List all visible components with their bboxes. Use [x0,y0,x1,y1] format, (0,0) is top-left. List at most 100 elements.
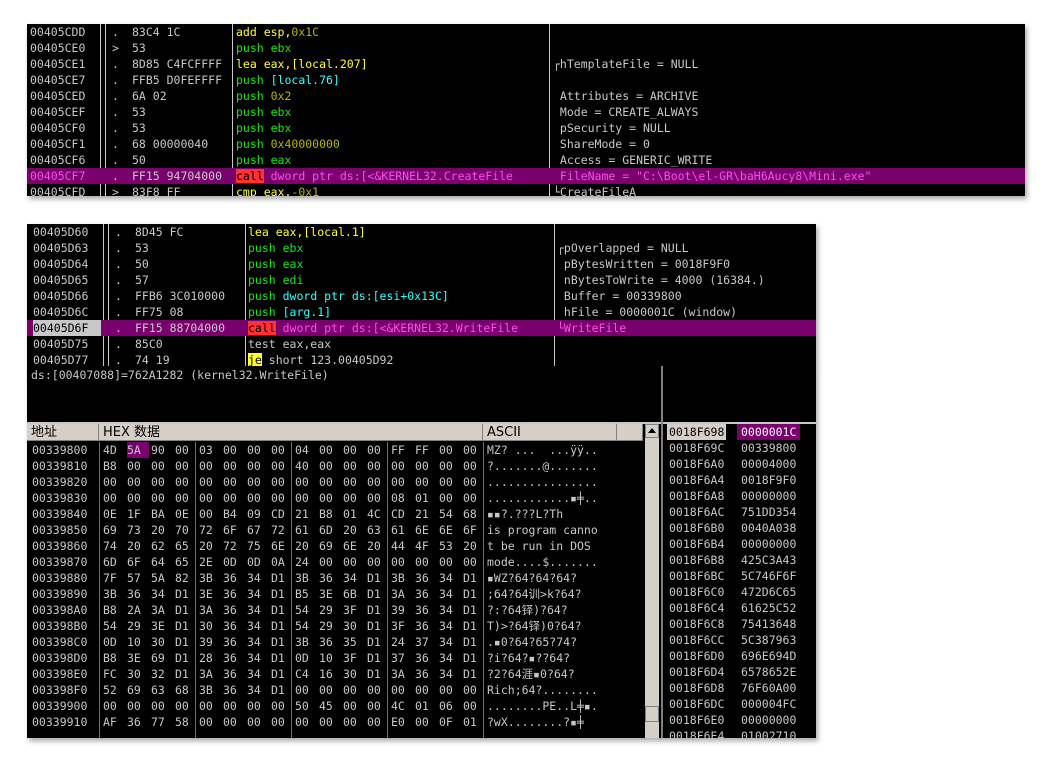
hex-byte[interactable]: FF [415,442,437,458]
hex-byte[interactable]: 0E [175,506,197,522]
hex-byte[interactable]: D1 [175,602,197,618]
instruction-text[interactable]: push ebx [236,120,548,136]
hex-byte[interactable]: 00 [199,506,221,522]
instruction-address[interactable]: 00405D77 [33,352,101,366]
hex-byte[interactable]: 00 [103,490,125,506]
stack-value[interactable]: 0040A038 [737,520,800,536]
hex-byte[interactable]: 00 [175,490,197,506]
hex-byte[interactable]: 4F [415,538,437,554]
hex-byte[interactable]: 00 [391,474,413,490]
hex-byte[interactable]: 00 [271,442,293,458]
opcode-bytes[interactable]: 57 [135,272,243,288]
hex-byte[interactable]: 00 [319,458,341,474]
stack-value[interactable]: 00000000 [737,488,800,504]
hex-byte[interactable]: 36 [319,634,341,650]
stack-entry[interactable]: 0018F6D4 6578652E [663,664,816,680]
stack-entry[interactable]: 0018F6CC 5C387963 [663,632,816,648]
hex-byte[interactable]: 00 [319,474,341,490]
stack-value[interactable]: 6578652E [737,664,800,680]
hex-byte[interactable]: 04 [295,442,317,458]
hex-byte[interactable]: 20 [199,538,221,554]
hex-byte[interactable]: 00 [127,458,149,474]
dump-address[interactable]: 00339880 [32,570,98,586]
disasm-row[interactable]: 00405CF0. 53 push ebx pSecurity = NULL [27,120,1025,136]
stack-address[interactable]: 0018F69C [667,440,726,456]
stack-view[interactable]: 0018F698 0000001C 0018F69C 00339800 0018F6A0… [663,422,816,738]
hex-byte[interactable]: 00 [295,490,317,506]
hex-byte[interactable]: 57 [127,570,149,586]
instruction-text[interactable]: call dword ptr ds:[<&KERNEL32.WriteFile [248,320,553,336]
dump-address[interactable]: 003398E0 [32,666,98,682]
hex-byte[interactable]: C4 [295,666,317,682]
hex-byte[interactable]: 00 [439,490,461,506]
hex-byte[interactable]: 24 [295,554,317,570]
hex-byte[interactable]: 77 [151,714,173,730]
hex-byte[interactable]: 36 [223,618,245,634]
hex-byte[interactable]: 1F [127,506,149,522]
ascii-text[interactable]: ?wX........?▪╪ [487,714,641,730]
ascii-text[interactable]: ▪WZ?64?64?64? [487,570,641,586]
stack-value[interactable]: 696E694D [737,648,800,664]
hex-byte[interactable]: CD [391,506,413,522]
instruction-text[interactable]: push ebx [236,104,548,120]
hex-byte[interactable]: 34 [439,634,461,650]
dump-address[interactable]: 00339870 [32,554,98,570]
dump-row[interactable]: 003398F0 52 69 63 68 3B 36 34 D1 00 00 00 00 00 00 00 00… [27,682,643,698]
opcode-bytes[interactable]: FFB6 3C010000 [135,288,243,304]
hex-byte[interactable]: 00 [175,442,197,458]
opcode-bytes[interactable]: 8D85 C4FCFFFF [132,56,232,72]
hex-byte[interactable]: 72 [223,538,245,554]
hex-byte[interactable]: 20 [151,522,173,538]
dump-row[interactable]: 00339830 00 00 00 00 00 00 00 00 00 00 00 00 08 01 00 00… [27,490,643,506]
hex-byte[interactable]: 01 [463,714,485,730]
hex-byte[interactable]: 7F [103,570,125,586]
hex-byte[interactable]: AF [103,714,125,730]
hex-byte[interactable]: D1 [271,618,293,634]
hex-byte[interactable]: 36 [223,666,245,682]
hex-byte[interactable]: 00 [151,458,173,474]
hex-byte[interactable]: 73 [127,522,149,538]
dump-row[interactable]: 00339900 00 00 00 00 00 00 00 00 50 45 00 00 4C 01 06 00… [27,698,643,714]
hex-byte[interactable]: D1 [271,634,293,650]
dump-row[interactable]: 00339840 0E 1F BA 0E 00 B4 09 CD 21 B8 01 4C CD 21 54 68… [27,506,643,522]
hex-byte[interactable]: 00 [367,698,389,714]
stack-address[interactable]: 0018F6A4 [667,472,726,488]
hex-byte[interactable]: D1 [271,570,293,586]
instruction-address[interactable]: 00405CF0 [30,120,98,136]
instruction-text[interactable]: push 0x2 [236,88,548,104]
hex-byte[interactable]: 3A [391,666,413,682]
hex-byte[interactable]: 54 [103,618,125,634]
hex-byte[interactable]: 0D [295,650,317,666]
hex-byte[interactable]: 36 [319,570,341,586]
stack-value[interactable]: 76F60A00 [737,680,800,696]
hex-byte[interactable]: 61 [391,522,413,538]
hex-byte[interactable]: 58 [175,714,197,730]
hex-byte[interactable]: 34 [247,666,269,682]
hex-byte[interactable]: 00 [319,682,341,698]
hex-byte[interactable]: D1 [175,666,197,682]
instruction-text[interactable]: lea eax,[local.207] [236,56,548,72]
dump-address[interactable]: 00339900 [32,698,98,714]
stack-entry[interactable]: 0018F6D0 696E694D [663,648,816,664]
hex-byte[interactable]: 00 [295,714,317,730]
disasm-row[interactable]: 00405D60. 8D45 FC lea eax,[local.1] [27,224,816,240]
hex-byte[interactable]: 6E [343,538,365,554]
disasm-row[interactable]: 00405D66. FFB6 3C010000 push dword ptr ds:… [27,288,816,304]
hex-byte[interactable]: 69 [151,650,173,666]
hex-byte[interactable]: 6E [415,522,437,538]
hex-byte[interactable]: 00 [175,698,197,714]
hex-byte[interactable]: 00 [271,714,293,730]
hex-byte[interactable]: 34 [439,570,461,586]
dump-address[interactable]: 003398A0 [32,602,98,618]
hex-byte[interactable]: 40 [295,458,317,474]
instruction-text[interactable]: push [arg.1] [248,304,553,320]
stack-address[interactable]: 0018F6D4 [667,664,726,680]
ascii-text[interactable]: t be run in DOS [487,538,641,554]
hex-byte[interactable]: 00 [103,474,125,490]
opcode-bytes[interactable]: 74 19 [135,352,243,366]
instruction-text[interactable]: push ebx [236,40,548,56]
ascii-text[interactable]: T)>?64铎)0?64? [487,618,641,634]
hex-byte[interactable]: 4C [391,698,413,714]
ascii-text[interactable]: ?:?64铎)?64? [487,602,641,618]
hex-byte[interactable]: 00 [199,474,221,490]
